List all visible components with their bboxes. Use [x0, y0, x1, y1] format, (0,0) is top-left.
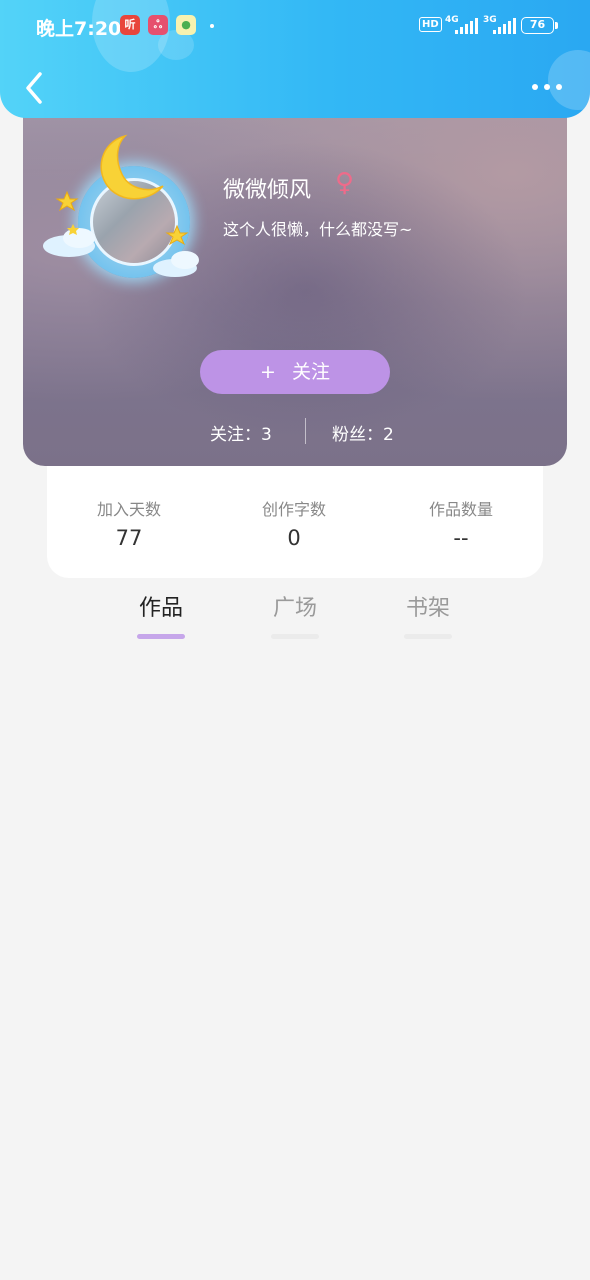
stat-label: 作品数量 [428, 500, 493, 519]
following-count[interactable]: 关注：3 [210, 420, 272, 445]
user-bio: 这个人很懒，什么都没写~ [223, 220, 413, 239]
hd-icon: HD [419, 17, 442, 32]
tab-square[interactable]: 广场 [260, 590, 330, 639]
fans-count[interactable]: 粉丝：2 [332, 420, 394, 445]
chevron-left-icon [26, 72, 42, 104]
tab-indicator [271, 634, 319, 639]
stat-label: 加入天数 [96, 500, 161, 519]
tab-indicator [404, 634, 452, 639]
fruit-app-icon: ● [176, 15, 196, 35]
stat-works-count: 作品数量 -- [396, 496, 526, 550]
signal-3g-icon: 3G [483, 15, 517, 34]
plus-icon: + [260, 361, 276, 383]
back-button[interactable] [18, 68, 52, 108]
top-header: 晚上7:20 听 ஃ ● HD 4G 3G 76 [0, 0, 590, 118]
divider [305, 418, 306, 444]
username: 微微倾风 [223, 178, 312, 203]
tab-indicator [137, 634, 185, 639]
follow-button[interactable]: + 关注 [200, 350, 390, 394]
stat-word-count: 创作字数 0 [229, 496, 359, 550]
tab-works[interactable]: 作品 [126, 590, 196, 639]
avatar[interactable] [43, 128, 203, 288]
tab-bookshelf[interactable]: 书架 [393, 590, 463, 639]
moon-stars-frame-icon [43, 134, 199, 277]
status-bar: 晚上7:20 听 ஃ ● HD 4G 3G 76 [0, 0, 590, 52]
ximalaya-app-icon: 听 [120, 15, 140, 35]
tab-label: 广场 [272, 596, 317, 621]
stat-value: -- [453, 526, 469, 550]
tab-label: 作品 [138, 596, 183, 621]
more-horizontal-icon [532, 84, 562, 90]
follow-button-label: 关注 [291, 361, 330, 383]
stat-value: 0 [287, 526, 301, 550]
stat-label: 创作字数 [261, 500, 326, 519]
battery-icon: 76 [521, 17, 558, 34]
more-options-button[interactable] [528, 72, 568, 102]
tab-label: 书架 [405, 596, 450, 621]
qq-browser-app-icon: ஃ [148, 15, 168, 35]
status-time: 晚上7:20 [36, 18, 122, 40]
content-tabs: 作品 广场 书架 [0, 590, 590, 650]
stat-join-days: 加入天数 77 [64, 496, 194, 550]
female-gender-icon: ♀ [335, 168, 355, 198]
notification-dot [210, 24, 214, 28]
profile-card: 微微倾风 ♀ 这个人很懒，什么都没写~ + 关注 关注：3 粉丝：2 [23, 100, 567, 466]
signal-4g-icon: 4G [445, 15, 479, 34]
stat-value: 77 [115, 526, 143, 550]
follow-stats: 关注：3 粉丝：2 [23, 418, 567, 446]
